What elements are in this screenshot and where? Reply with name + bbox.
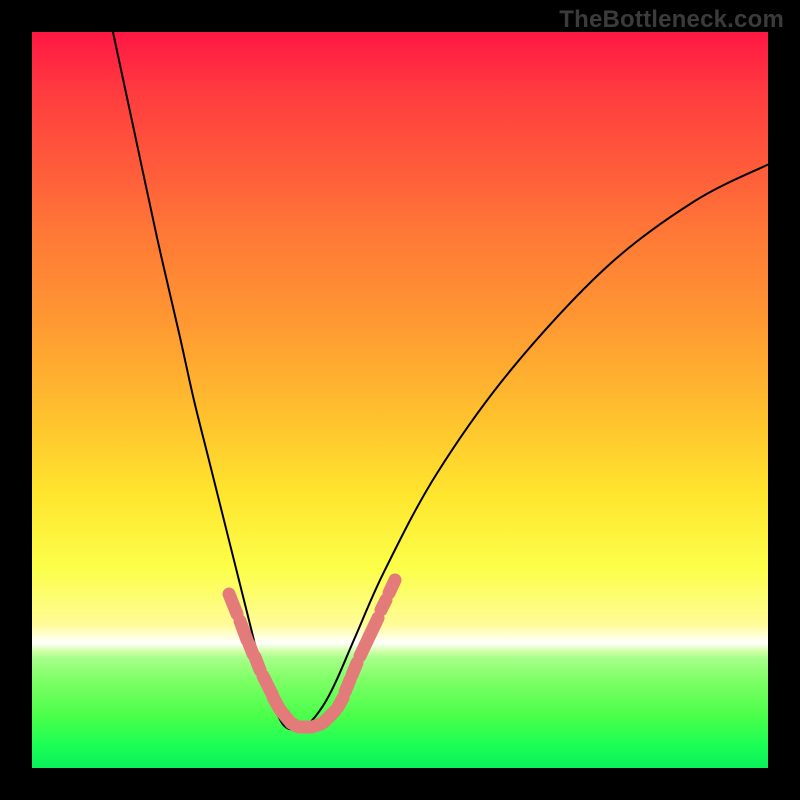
brand-watermark: TheBottleneck.com (559, 6, 784, 34)
plot-area (32, 32, 768, 768)
figure-frame: TheBottleneck.com (0, 0, 800, 800)
